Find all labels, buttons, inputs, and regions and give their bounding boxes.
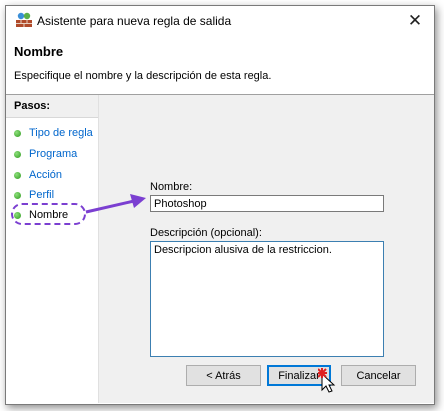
step-status-icon xyxy=(14,171,21,179)
cancel-button[interactable]: Cancelar xyxy=(341,365,416,386)
name-input[interactable] xyxy=(150,195,384,212)
title-bar[interactable]: Asistente para nueva regla de salida ✕ xyxy=(6,6,434,36)
steps-panel: Pasos: Tipo de regla Programa Acción Per… xyxy=(6,95,99,403)
page-header: Nombre Especifique el nombre y la descri… xyxy=(6,36,434,95)
step-tipo-de-regla[interactable]: Tipo de regla xyxy=(14,125,93,141)
current-step-highlight xyxy=(11,203,86,225)
description-label: Descripción (opcional): xyxy=(150,227,262,239)
step-accion[interactable]: Acción xyxy=(14,167,62,183)
page-title: Nombre xyxy=(14,44,64,59)
back-button[interactable]: < Atrás xyxy=(186,365,261,386)
firewall-icon xyxy=(16,12,32,27)
window-title: Asistente para nueva regla de salida xyxy=(37,14,232,28)
step-status-icon xyxy=(14,191,21,199)
close-button[interactable]: ✕ xyxy=(396,6,434,36)
step-perfil[interactable]: Perfil xyxy=(14,187,54,203)
step-label: Tipo de regla xyxy=(29,127,93,139)
step-status-icon xyxy=(14,129,21,137)
mouse-cursor-icon xyxy=(318,368,336,393)
annotation-arrow-icon xyxy=(85,194,146,214)
step-programa[interactable]: Programa xyxy=(14,146,77,162)
wizard-window: Asistente para nueva regla de salida ✕ N… xyxy=(5,5,435,405)
description-textarea[interactable]: Descripcion alusiva de la restriccion. xyxy=(150,241,384,357)
page-description: Especifique el nombre y la descripción d… xyxy=(14,70,272,82)
steps-heading: Pasos: xyxy=(6,95,98,118)
step-label: Programa xyxy=(29,148,78,160)
name-label: Nombre: xyxy=(150,181,193,193)
step-label: Perfil xyxy=(29,189,55,201)
content-panel: Nombre: Descripción (opcional): Descripc… xyxy=(99,95,434,403)
step-label: Acción xyxy=(29,169,63,181)
step-status-icon xyxy=(14,150,21,158)
close-icon: ✕ xyxy=(407,11,423,30)
